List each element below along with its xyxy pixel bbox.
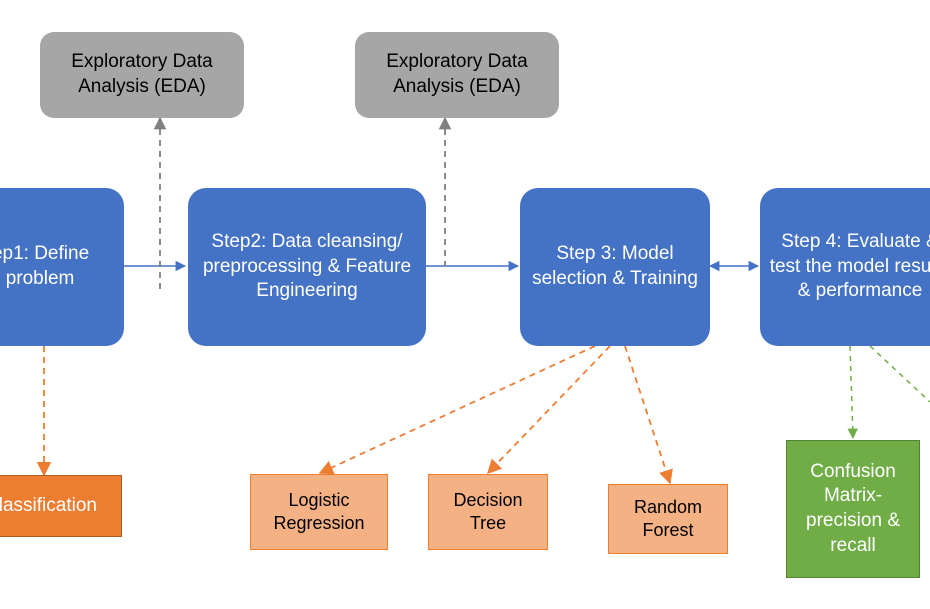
eda-box-1: Exploratory Data Analysis (EDA) — [40, 32, 244, 118]
step4-box: Step 4: Evaluate & test the model result… — [760, 188, 930, 346]
confusion-matrix-label: Confusion Matrix- precision & recall — [795, 460, 911, 559]
eda-label-2: Exploratory Data Analysis (EDA) — [363, 50, 551, 99]
eda-label-1: Exploratory Data Analysis (EDA) — [48, 50, 236, 99]
step3-box: Step 3: Model selection & Training — [520, 188, 710, 346]
step1-label: Step1: Define the problem — [0, 242, 116, 291]
classification-label: Classification — [0, 494, 97, 519]
step4-label: Step 4: Evaluate & test the model result… — [768, 230, 930, 304]
classification-box: Classification — [0, 475, 122, 537]
step3-label: Step 3: Model selection & Training — [528, 242, 702, 291]
step2-label: Step2: Data cleansing/ preprocessing & F… — [196, 230, 418, 304]
eda-box-2: Exploratory Data Analysis (EDA) — [355, 32, 559, 118]
logistic-regression-box: Logistic Regression — [250, 474, 388, 550]
decision-tree-box: Decision Tree — [428, 474, 548, 550]
decision-tree-label: Decision Tree — [437, 489, 539, 536]
random-forest-label: Random Forest — [617, 496, 719, 543]
step1-box: Step1: Define the problem — [0, 188, 124, 346]
step2-box: Step2: Data cleansing/ preprocessing & F… — [188, 188, 426, 346]
logistic-regression-label: Logistic Regression — [259, 489, 379, 536]
random-forest-box: Random Forest — [608, 484, 728, 554]
confusion-matrix-box: Confusion Matrix- precision & recall — [786, 440, 920, 578]
